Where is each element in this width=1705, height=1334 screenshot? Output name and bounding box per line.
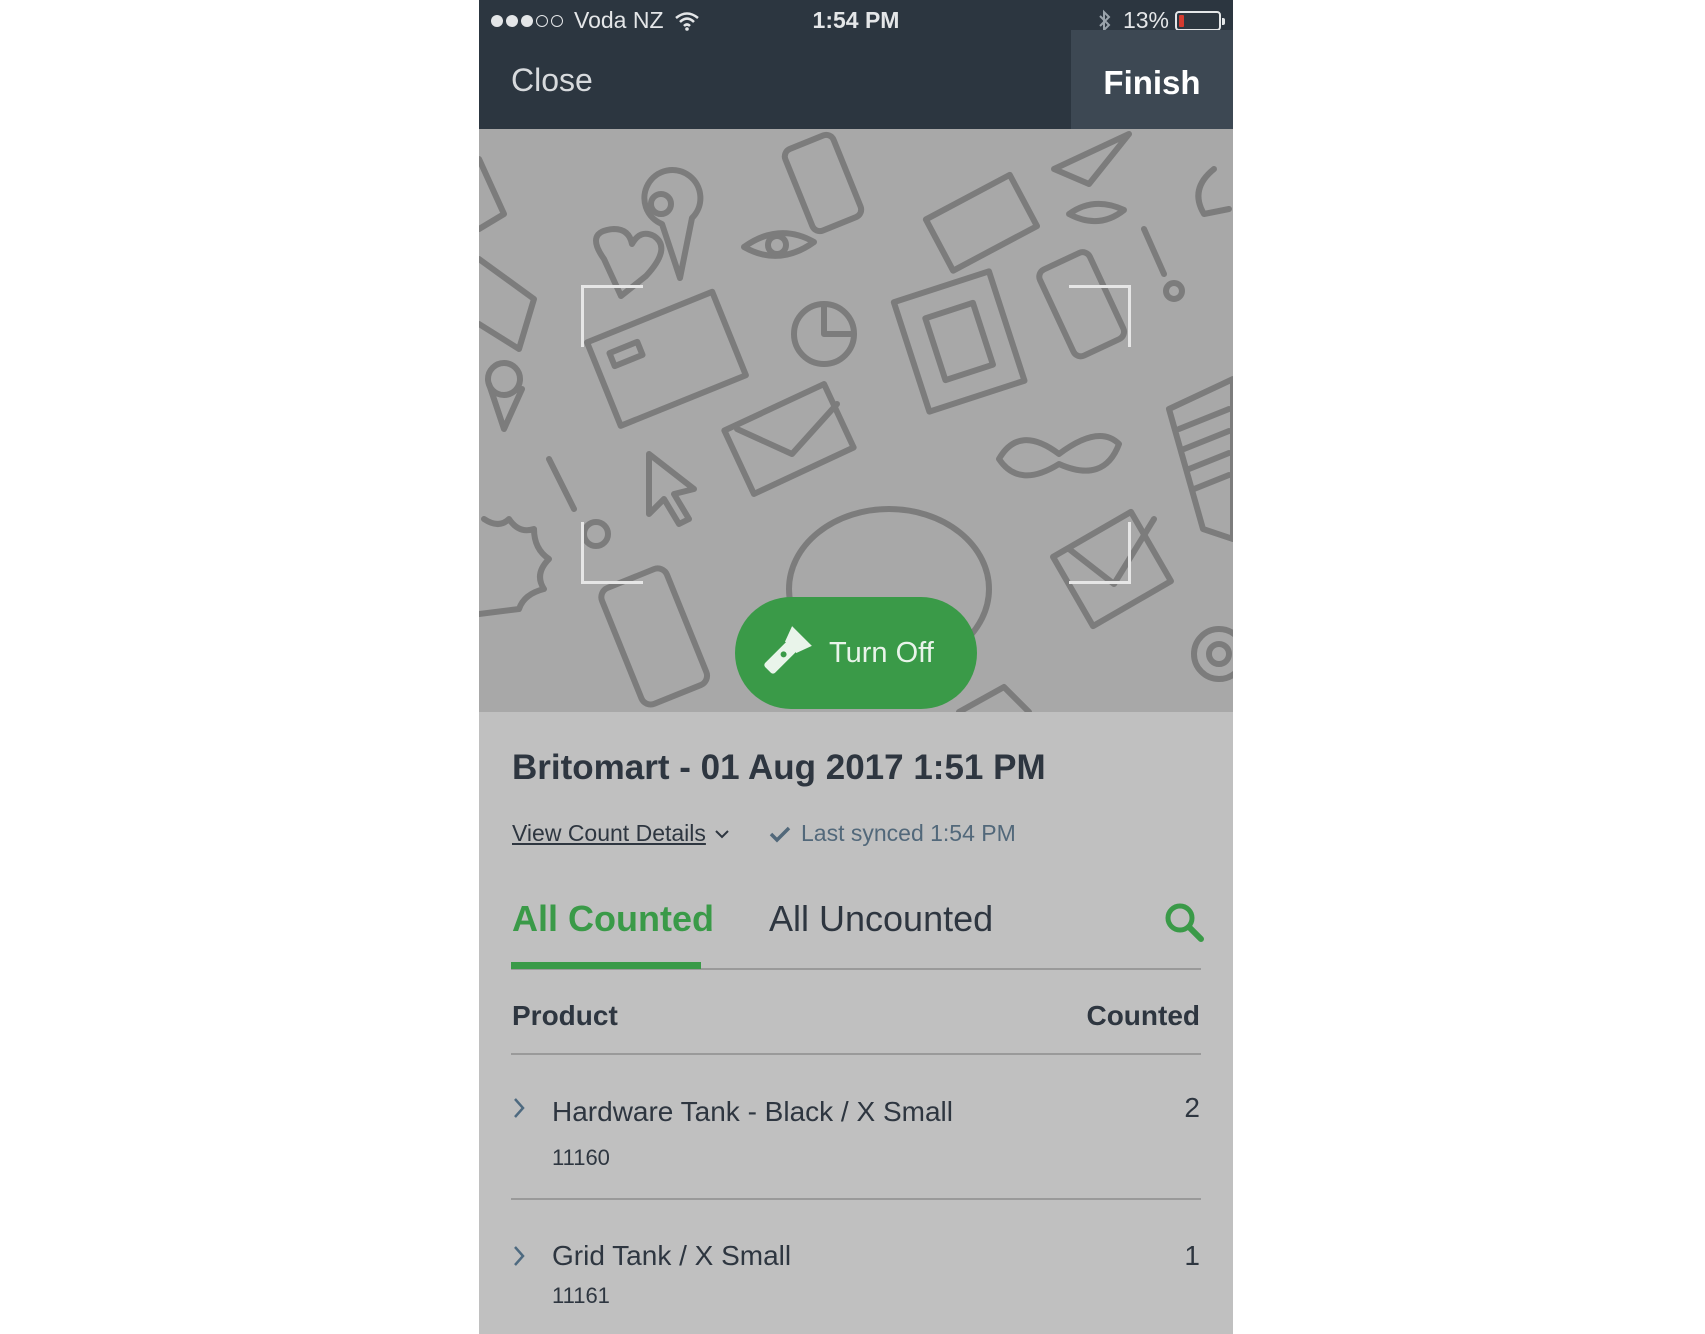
active-tab-indicator (511, 962, 701, 969)
counted-value: 1 (1184, 1240, 1200, 1271)
product-sku: 11160 (552, 1145, 610, 1170)
product-name: Grid Tank / X Small (552, 1240, 792, 1271)
tab-all-counted[interactable]: All Counted (512, 898, 714, 940)
scan-frame-corner-top-right (1069, 285, 1131, 347)
battery-icon (1175, 10, 1225, 31)
chevron-right-icon[interactable] (511, 1245, 527, 1267)
counted-value: 2 (1184, 1092, 1200, 1123)
checkmark-icon (769, 826, 791, 842)
flashlight-icon (764, 626, 812, 674)
chevron-down-icon (715, 829, 729, 838)
sync-status: Last synced 1:54 PM (769, 820, 1016, 847)
product-sku: 11161 (552, 1283, 610, 1308)
battery-level-fill (1179, 14, 1184, 27)
product-name: Hardware Tank - Black / X Small (552, 1096, 953, 1127)
sync-status-text: Last synced 1:54 PM (801, 820, 1016, 846)
row-divider (511, 1198, 1201, 1200)
camera-scanner-view[interactable]: Turn Off (479, 129, 1233, 712)
finish-button[interactable]: Finish (1071, 30, 1233, 129)
scan-frame-corner-bottom-right (1069, 522, 1131, 584)
search-icon[interactable] (1164, 902, 1204, 942)
tab-all-uncounted[interactable]: All Uncounted (769, 898, 993, 940)
column-header-product: Product (512, 1000, 618, 1031)
column-header-counted: Counted (1086, 1000, 1200, 1031)
close-button[interactable]: Close (511, 62, 593, 99)
bluetooth-icon (1099, 9, 1111, 32)
phone-screen: Voda NZ 1:54 PM 13% Close Finish Turn Of… (479, 0, 1233, 1334)
view-count-details-link[interactable]: View Count Details (512, 820, 730, 847)
scan-frame-corner-top-left (581, 285, 643, 347)
view-count-details-label: View Count Details (512, 820, 706, 846)
count-title: Britomart - 01 Aug 2017 1:51 PM (512, 748, 1046, 787)
header-divider (511, 1053, 1201, 1055)
chevron-right-icon[interactable] (511, 1097, 527, 1119)
scan-frame-corner-bottom-left (581, 522, 643, 584)
torch-label: Turn Off (829, 636, 934, 669)
top-bar: Voda NZ 1:54 PM 13% Close Finish (479, 0, 1233, 129)
torch-toggle-button[interactable]: Turn Off (735, 597, 977, 709)
